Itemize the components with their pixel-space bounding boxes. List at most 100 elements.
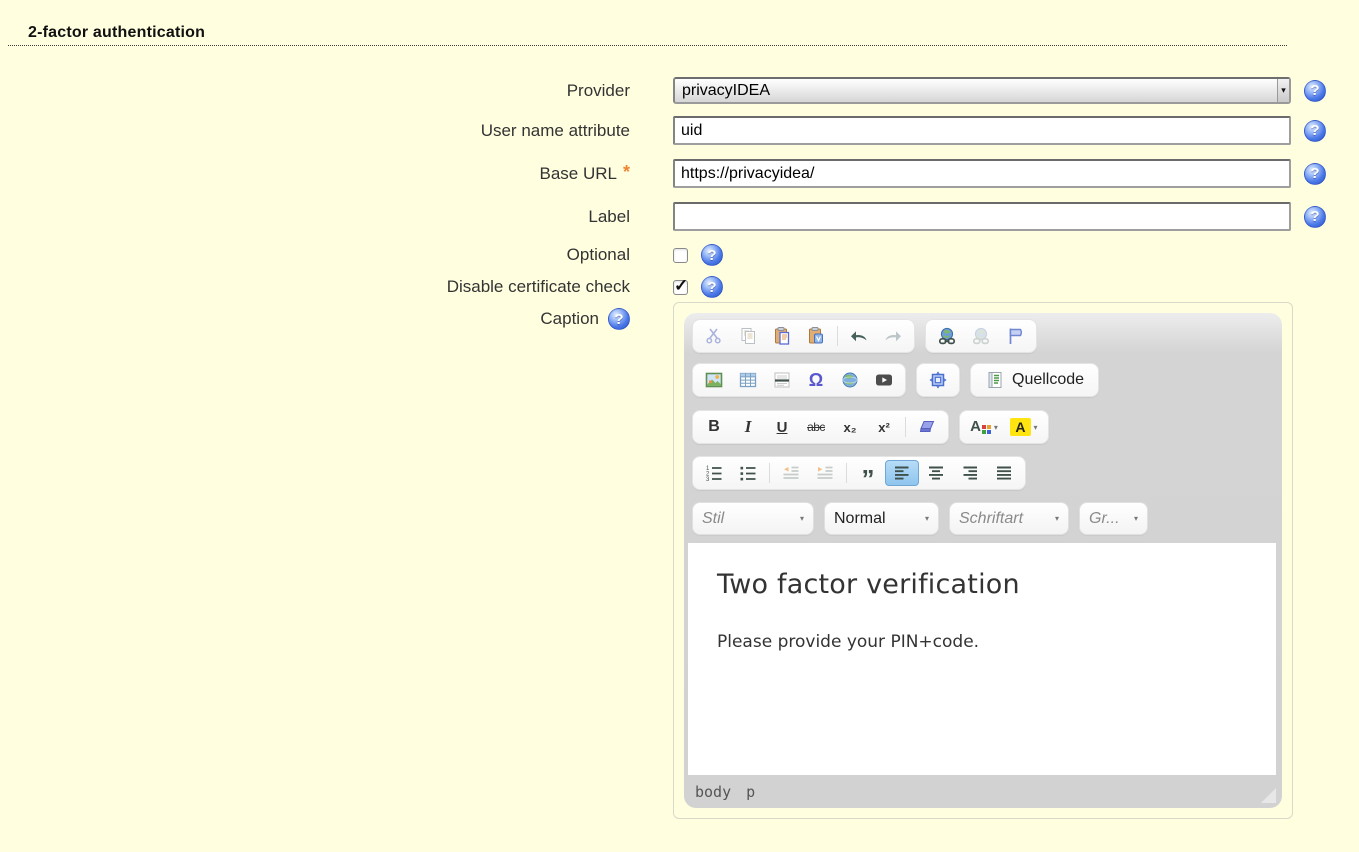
help-icon[interactable]: ? <box>1304 80 1326 102</box>
superscript-icon: x² <box>878 420 890 435</box>
paste-icon <box>772 326 792 346</box>
basicstyles-group: B I U abc x₂ x² <box>692 410 949 444</box>
help-icon[interactable]: ? <box>701 276 723 298</box>
subscript-button[interactable]: x₂ <box>833 414 867 440</box>
caption-label: Caption ? <box>0 306 630 330</box>
help-icon[interactable]: ? <box>608 308 630 330</box>
section-title: 2-factor authentication <box>28 24 1287 42</box>
align-right-button[interactable] <box>953 460 987 486</box>
bold-icon: B <box>708 418 720 436</box>
image-button[interactable] <box>697 367 731 393</box>
cut-button[interactable] <box>697 323 731 349</box>
redo-button[interactable] <box>876 323 910 349</box>
unlink-icon <box>971 326 991 346</box>
special-char-button[interactable]: Ω <box>799 367 833 393</box>
strikethrough-button[interactable]: abc <box>799 414 833 440</box>
remove-format-button[interactable] <box>910 414 944 440</box>
align-center-icon <box>926 463 946 483</box>
chevron-down-icon: ▾ <box>925 514 929 523</box>
blockquote-button[interactable]: ” <box>851 460 885 486</box>
indent-icon <box>815 463 835 483</box>
link-group <box>925 319 1037 353</box>
source-button-label: Quellcode <box>1012 371 1084 389</box>
toolbar-separator <box>905 417 906 437</box>
italic-icon: I <box>745 417 752 437</box>
unlink-button[interactable] <box>964 323 998 349</box>
justify-button[interactable] <box>987 460 1021 486</box>
chevron-down-icon: ▾ <box>1277 79 1289 102</box>
bold-button[interactable]: B <box>697 414 731 440</box>
link-button[interactable] <box>930 323 964 349</box>
help-icon[interactable]: ? <box>701 244 723 266</box>
optional-row: Optional ? <box>0 244 1359 266</box>
eraser-icon <box>917 417 937 437</box>
media-embed-button[interactable] <box>867 367 901 393</box>
optional-label: Optional <box>0 245 630 265</box>
background-color-icon: A <box>1010 418 1030 436</box>
font-dropdown[interactable]: Schriftart ▾ <box>949 502 1069 535</box>
indent-button[interactable] <box>808 460 842 486</box>
toolbar-separator <box>769 463 770 483</box>
help-icon[interactable]: ? <box>1304 163 1326 185</box>
numbered-list-button[interactable]: 123 <box>697 460 731 486</box>
superscript-button[interactable]: x² <box>867 414 901 440</box>
underline-button[interactable]: U <box>765 414 799 440</box>
paragraph-group: 123 <box>692 456 1026 490</box>
optional-checkbox[interactable] <box>673 248 688 263</box>
maximize-icon <box>928 370 948 390</box>
chevron-down-icon: ▾ <box>994 423 998 432</box>
globe-icon <box>840 370 860 390</box>
disable-cert-check-checkbox[interactable] <box>673 280 688 295</box>
align-left-button[interactable] <box>885 460 919 486</box>
disable-cert-check-label: Disable certificate check <box>0 277 630 297</box>
bullet-list-icon <box>738 463 758 483</box>
paragraph-format-dropdown[interactable]: Normal ▾ <box>824 502 939 535</box>
path-element-p[interactable]: p <box>746 783 755 801</box>
image-icon <box>704 370 724 390</box>
table-button[interactable] <box>731 367 765 393</box>
editor-content-area[interactable]: Two factor verification Please provide y… <box>688 543 1276 775</box>
username-attribute-input[interactable] <box>673 116 1291 145</box>
required-marker: * <box>623 162 630 182</box>
source-group: Quellcode <box>970 363 1099 397</box>
undo-button[interactable] <box>842 323 876 349</box>
outdent-button[interactable] <box>774 460 808 486</box>
blockquote-icon: ” <box>862 462 875 484</box>
paste-from-word-icon <box>806 326 826 346</box>
anchor-button[interactable] <box>998 323 1032 349</box>
bullet-list-button[interactable] <box>731 460 765 486</box>
chevron-down-icon: ▾ <box>800 514 804 523</box>
provider-row: Provider privacyIDEA ▾ ? <box>0 77 1359 104</box>
provider-select[interactable]: privacyIDEA ▾ <box>673 77 1291 104</box>
align-center-button[interactable] <box>919 460 953 486</box>
paste-button[interactable] <box>765 323 799 349</box>
horizontal-line-button[interactable] <box>765 367 799 393</box>
undo-icon <box>849 326 869 346</box>
table-icon <box>738 370 758 390</box>
iframe-button[interactable] <box>833 367 867 393</box>
section-header: 2-factor authentication <box>8 0 1287 46</box>
maximize-button[interactable] <box>921 367 955 393</box>
paste-from-word-button[interactable] <box>799 323 833 349</box>
base-url-label: Base URL* <box>0 163 630 184</box>
italic-button[interactable]: I <box>731 414 765 440</box>
text-color-icon: A <box>970 420 991 434</box>
base-url-input[interactable] <box>673 159 1291 188</box>
provider-label: Provider <box>0 81 630 101</box>
resize-handle[interactable] <box>1261 788 1276 803</box>
username-attribute-label: User name attribute <box>0 121 630 141</box>
align-left-icon <box>892 463 912 483</box>
background-color-button[interactable]: A ▾ <box>1004 414 1044 440</box>
help-icon[interactable]: ? <box>1304 206 1326 228</box>
base-url-row: Base URL* ? <box>0 159 1359 188</box>
help-icon[interactable]: ? <box>1304 120 1326 142</box>
source-button[interactable]: Quellcode <box>975 367 1094 393</box>
copy-button[interactable] <box>731 323 765 349</box>
styles-dropdown[interactable]: Stil ▾ <box>692 502 814 535</box>
rich-text-editor: Ω <box>684 313 1282 808</box>
font-size-dropdown[interactable]: Gr... ▾ <box>1079 502 1148 535</box>
link-icon <box>937 326 957 346</box>
label-input[interactable] <box>673 202 1291 231</box>
text-color-button[interactable]: A ▾ <box>964 414 1004 440</box>
path-element-body[interactable]: body <box>695 783 731 801</box>
